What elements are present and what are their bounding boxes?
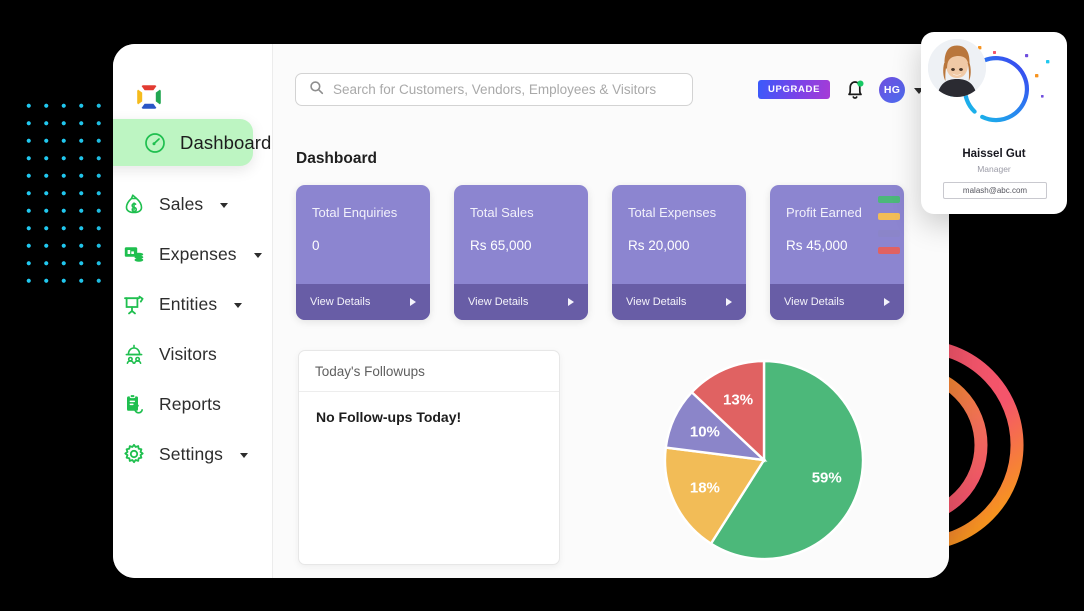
chevron-down-icon[interactable] <box>253 253 262 258</box>
legend-swatch[interactable] <box>878 196 900 203</box>
search-box[interactable] <box>295 73 693 106</box>
view-details-button[interactable]: View Details <box>612 284 746 320</box>
followups-panel-header: Today's Followups <box>299 351 559 392</box>
profile-card: Haissel Gut Manager malash@abc.com <box>921 32 1067 214</box>
sidebar-item-settings[interactable]: Settings <box>113 433 272 475</box>
stat-card-total-sales[interactable]: Total Sales Rs 65,000 View Details <box>454 185 588 320</box>
sidebar-item-label: Dashboard <box>180 131 272 153</box>
profile-role: Manager <box>977 164 1011 174</box>
stat-card-title: Total Sales <box>470 205 534 220</box>
pie-chart-svg: 59% 18% 10%13% <box>663 359 865 561</box>
search-icon <box>309 80 324 100</box>
profile-name: Haissel Gut <box>962 148 1026 160</box>
avatar[interactable]: HG <box>879 77 905 103</box>
view-details-label: View Details <box>784 296 845 308</box>
main-content: UPGRADE HG Dashboard Total Enquiries 0 <box>273 44 949 578</box>
stat-card-value: 0 <box>312 238 320 253</box>
upgrade-button[interactable]: UPGRADE <box>758 80 831 99</box>
pie-slice-label: 18% <box>690 479 720 496</box>
stat-card-body: Total Expenses Rs 20,000 <box>612 185 746 284</box>
money-bag-icon <box>122 192 146 216</box>
stat-card-title: Profit Earned <box>786 205 862 220</box>
arrow-right-icon <box>568 298 574 306</box>
pie-slice-label: 59% <box>812 470 842 487</box>
sidebar-item-dashboard[interactable]: Dashboard <box>113 119 271 166</box>
pie-chart-legend <box>878 196 900 264</box>
sidebar-item-expenses[interactable]: Expenses <box>113 233 272 275</box>
sidebar-item-label: Expenses <box>159 243 237 264</box>
app-window: Dashboard Sales Expenses Entities Visito… <box>113 44 949 578</box>
search-input[interactable] <box>333 82 679 97</box>
decorative-dot-grid <box>18 95 110 294</box>
sidebar-item-entities[interactable]: Entities <box>113 283 272 325</box>
chevron-down-icon[interactable] <box>220 203 229 208</box>
view-details-button[interactable]: View Details <box>454 284 588 320</box>
stat-card-value: Rs 65,000 <box>470 238 532 253</box>
cash-stack-icon <box>122 242 146 266</box>
pie-slice-label: 10% <box>690 424 720 441</box>
arrow-right-icon <box>410 298 416 306</box>
view-details-label: View Details <box>310 296 371 308</box>
arrow-right-icon <box>726 298 732 306</box>
todays-followups-panel: Today's Followups No Follow-ups Today! <box>298 350 560 565</box>
sidebar-item-label: Sales <box>159 193 204 214</box>
sidebar-item-visitors[interactable]: Visitors <box>113 333 272 375</box>
visitor-badge-icon <box>122 342 146 366</box>
stat-card-body: Total Enquiries 0 <box>296 185 430 284</box>
stat-card-title: Total Enquiries <box>312 205 398 220</box>
view-details-button[interactable]: View Details <box>296 284 430 320</box>
followups-empty-message: No Follow-ups Today! <box>316 409 462 425</box>
page-title: Dashboard <box>296 150 377 168</box>
notifications-button[interactable] <box>843 77 867 103</box>
sidebar-item-label: Visitors <box>159 343 217 364</box>
clipboard-report-icon <box>122 392 146 416</box>
stat-card-body: Total Sales Rs 65,000 <box>454 185 588 284</box>
view-details-label: View Details <box>626 296 687 308</box>
sidebar: Dashboard Sales Expenses Entities Visito… <box>113 44 273 578</box>
sidebar-nav-list: Sales Expenses Entities Visitors Reports… <box>113 140 272 475</box>
view-details-button[interactable]: View Details <box>770 284 904 320</box>
gear-icon <box>122 442 146 466</box>
stat-card-title: Total Expenses <box>628 205 717 220</box>
sidebar-item-label: Reports <box>159 393 221 414</box>
sidebar-item-sales[interactable]: Sales <box>113 183 272 225</box>
app-logo-icon <box>134 82 164 112</box>
sidebar-item-reports[interactable]: Reports <box>113 383 272 425</box>
sidebar-nav: Dashboard Sales Expenses Entities Visito… <box>113 119 272 483</box>
topbar: UPGRADE HG <box>273 44 949 123</box>
legend-swatch[interactable] <box>878 230 900 237</box>
chevron-down-icon[interactable] <box>234 303 243 308</box>
stat-card-total-enquiries[interactable]: Total Enquiries 0 View Details <box>296 185 430 320</box>
sidebar-item-label: Settings <box>159 443 224 464</box>
stat-card-total-expenses[interactable]: Total Expenses Rs 20,000 View Details <box>612 185 746 320</box>
speedometer-icon <box>143 131 167 155</box>
pie-slice-label: 13% <box>723 392 753 409</box>
sidebar-item-label: Entities <box>159 293 218 314</box>
pie-chart: 59% 18% 10% 13% <box>663 359 865 561</box>
profile-email[interactable]: malash@abc.com <box>943 182 1047 199</box>
stat-cards: Total Enquiries 0 View Details Total Sal… <box>296 185 904 320</box>
view-details-label: View Details <box>468 296 529 308</box>
user-photo-icon <box>928 39 986 97</box>
stat-card-value: Rs 45,000 <box>786 238 848 253</box>
legend-swatch[interactable] <box>878 247 900 254</box>
legend-swatch[interactable] <box>878 213 900 220</box>
chevron-down-icon[interactable] <box>240 453 249 458</box>
arrow-right-icon <box>884 298 890 306</box>
presentation-board-icon <box>122 292 146 316</box>
stat-card-value: Rs 20,000 <box>628 238 690 253</box>
